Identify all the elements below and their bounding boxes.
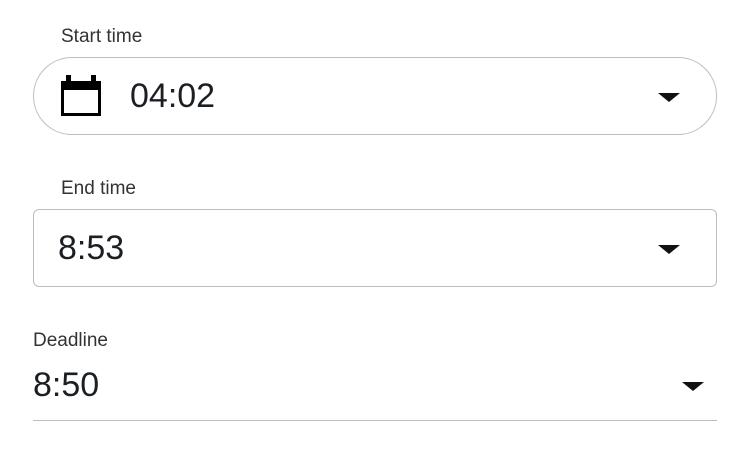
start-time-value: 04:02 — [130, 77, 216, 115]
chevron-down-icon — [682, 382, 704, 391]
chevron-down-icon — [658, 245, 680, 254]
start-time-label: Start time — [61, 26, 143, 47]
start-time-select[interactable]: 04:02 — [33, 57, 717, 135]
deadline-select[interactable]: 8:50 — [33, 360, 717, 421]
end-time-value: 8:53 — [58, 229, 125, 267]
deadline-label: Deadline — [33, 330, 108, 351]
end-time-label: End time — [61, 178, 136, 199]
chevron-down-icon — [658, 93, 680, 102]
end-time-select[interactable]: 8:53 — [33, 209, 717, 287]
deadline-value: 8:50 — [33, 366, 100, 404]
calendar-icon — [60, 75, 102, 117]
